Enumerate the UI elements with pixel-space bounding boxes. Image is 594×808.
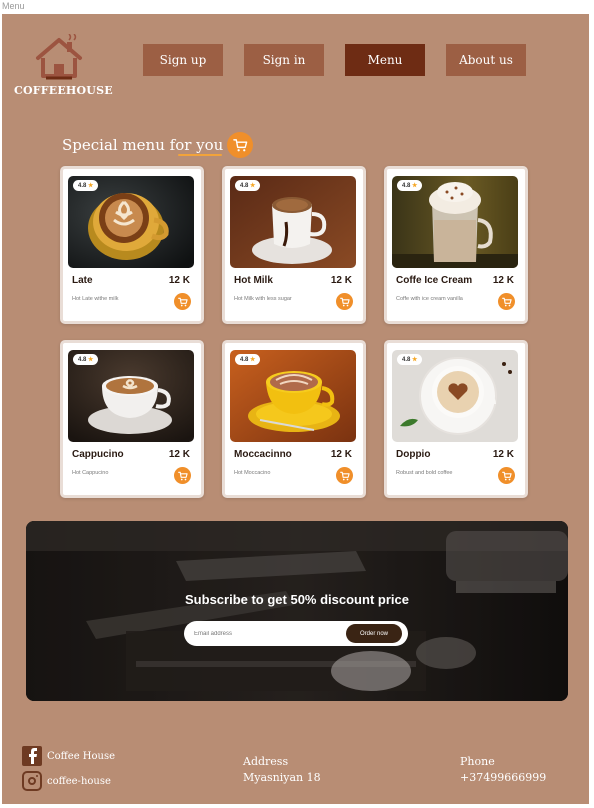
product-image-coffe-ice-cream: 4.8 ★ [392, 176, 518, 268]
product-price: 12 K [330, 449, 352, 460]
rating-badge: 4.8 ★ [73, 180, 99, 191]
star-icon: ★ [88, 357, 94, 363]
rating-badge: 4.8 ★ [73, 354, 99, 365]
product-description: Hot Late withe milk [72, 296, 119, 302]
add-to-cart-button[interactable] [336, 467, 353, 484]
subscribe-title: Subscribe to get 50% discount price [185, 592, 409, 607]
star-icon: ★ [250, 357, 256, 363]
star-icon: ★ [412, 183, 418, 189]
product-name: Doppio [396, 449, 431, 460]
rating-badge: 4.8 ★ [235, 180, 261, 191]
espresso-machine-image [26, 521, 568, 701]
product-price: 12 K [492, 449, 514, 460]
product-card-moccacinno[interactable]: 4.8 ★ Moccacinno 12 K Hot Moccacino [222, 340, 366, 498]
cart-icon [233, 138, 248, 151]
phone-value[interactable]: +37499666999 [460, 770, 546, 786]
cart-icon [501, 471, 512, 480]
product-name: Coffe Ice Cream [396, 275, 473, 286]
product-description: Coffe with ice cream vanilla [396, 296, 463, 302]
add-to-cart-button[interactable] [498, 467, 515, 484]
product-description: Hot Cappucino [72, 470, 109, 476]
star-icon: ★ [250, 183, 256, 189]
section-title-text: Special menu for you [62, 136, 224, 154]
product-price: 12 K [330, 275, 352, 286]
add-to-cart-button[interactable] [174, 293, 191, 310]
instagram-name: coffee-house [47, 775, 111, 787]
product-card-doppio[interactable]: 4.8 ★ Doppio 12 K Robust and bold coffee [384, 340, 528, 498]
product-image-cappucino: 4.8 ★ [68, 350, 194, 442]
subscribe-form: Order now [184, 621, 408, 646]
phone-label: Phone [460, 755, 495, 768]
product-name: Cappucino [72, 449, 124, 460]
email-input[interactable] [194, 621, 334, 646]
facebook-link[interactable]: Coffee House [22, 744, 115, 768]
cart-icon [339, 297, 350, 306]
nav-sign-up-button[interactable]: Sign up [143, 44, 223, 76]
address-value: Myasniyan 18 [243, 771, 321, 784]
facebook-name: Coffee House [47, 750, 116, 762]
rating-badge: 4.8 ★ [397, 180, 423, 191]
frame-label: Menu [2, 1, 25, 11]
star-icon: ★ [88, 183, 94, 189]
rating-badge: 4.8 ★ [235, 354, 261, 365]
product-image-hot-milk: 4.8 ★ [230, 176, 356, 268]
add-to-cart-button[interactable] [498, 293, 515, 310]
product-name: Late [72, 275, 93, 286]
instagram-icon [22, 771, 42, 791]
product-image-late: 4.8 ★ [68, 176, 194, 268]
product-name: Hot Milk [234, 275, 273, 286]
facebook-icon [22, 746, 42, 766]
product-image-doppio: 4.8 ★ [392, 350, 518, 442]
footer-phone: Phone +37499666999 [460, 754, 546, 786]
cart-icon [177, 471, 188, 480]
product-price: 12 K [168, 449, 190, 460]
product-description: Robust and bold coffee [396, 470, 453, 476]
product-price: 12 K [492, 275, 514, 286]
star-icon: ★ [412, 357, 418, 363]
product-name: Moccacinno [234, 449, 292, 460]
add-to-cart-button[interactable] [174, 467, 191, 484]
instagram-link[interactable]: coffee-house [22, 769, 115, 793]
subscribe-banner: Subscribe to get 50% discount price Orde… [26, 521, 568, 701]
product-description: Hot Milk with less sugar [234, 296, 292, 302]
product-card-cappucino[interactable]: 4.8 ★ Cappucino 12 K Hot Cappucino [60, 340, 204, 498]
section-cart-button[interactable] [227, 132, 254, 158]
add-to-cart-button[interactable] [336, 293, 353, 310]
logo[interactable]: COFFEEHOUSE [14, 34, 113, 97]
rating-badge: 4.8 ★ [397, 354, 423, 365]
product-description: Hot Moccacino [234, 470, 271, 476]
cart-icon [501, 297, 512, 306]
section-title: Special menu for you [62, 132, 254, 158]
nav-about-us-button[interactable]: About us [446, 44, 526, 76]
product-image-moccacinno: 4.8 ★ [230, 350, 356, 442]
coffeehouse-logo-icon [36, 34, 82, 80]
nav-menu-button[interactable]: Menu [345, 44, 425, 76]
product-card-coffe-ice-cream[interactable]: 4.8 ★ Coffe Ice Cream 12 K Coffe with ic… [384, 166, 528, 324]
cart-icon [339, 471, 350, 480]
nav-sign-in-button[interactable]: Sign in [244, 44, 324, 76]
logo-text: COFFEEHOUSE [14, 84, 113, 97]
coffeehouse-page: COFFEEHOUSE Sign up Sign in Menu About u… [2, 14, 589, 804]
footer-social: Coffee House coffee-house [22, 744, 115, 794]
title-underline [178, 154, 222, 156]
product-card-hot-milk[interactable]: 4.8 ★ Hot Milk 12 K Hot Milk with less s… [222, 166, 366, 324]
product-card-late[interactable]: 4.8 ★ Late 12 K Hot Late withe milk [60, 166, 204, 324]
product-price: 12 K [168, 275, 190, 286]
cart-icon [177, 297, 188, 306]
address-label: Address [243, 755, 289, 768]
footer-address: Address Myasniyan 18 [243, 754, 321, 786]
order-now-button[interactable]: Order now [346, 624, 402, 643]
